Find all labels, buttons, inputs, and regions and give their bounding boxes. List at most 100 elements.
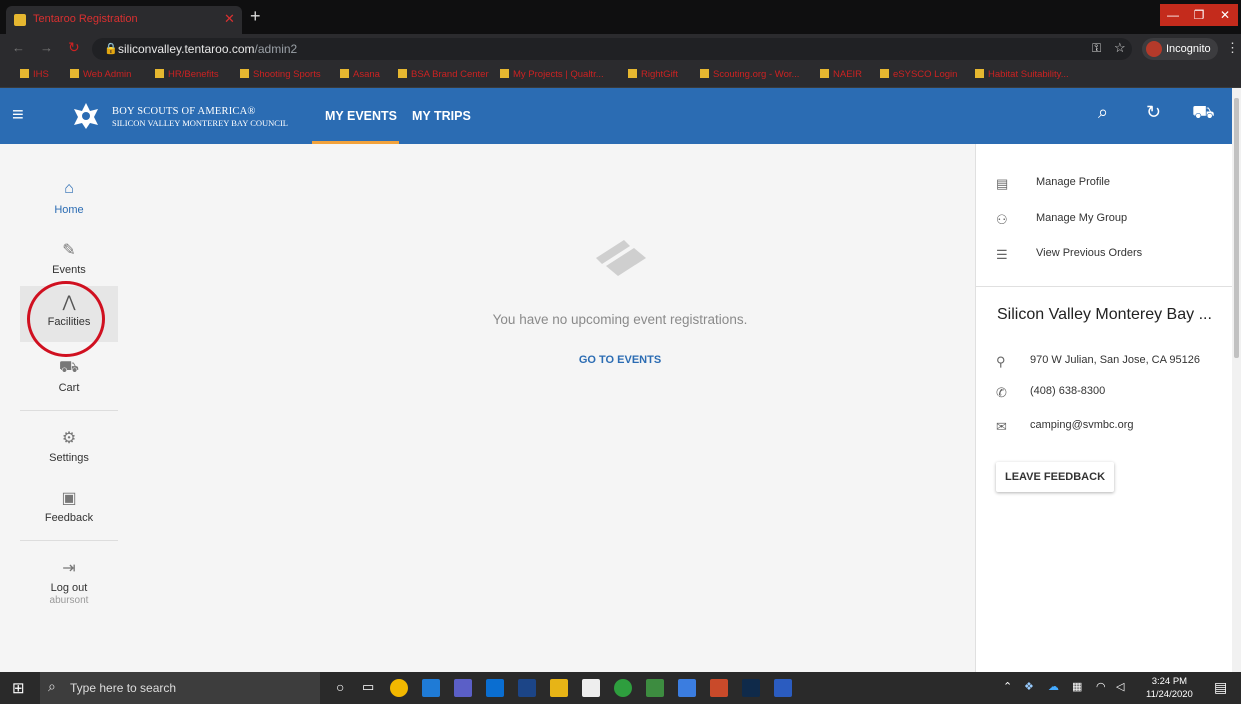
gear-icon: ⚙ bbox=[61, 430, 77, 447]
bookmark-item[interactable]: Web Admin bbox=[70, 69, 131, 80]
cart-icon[interactable]: ⛟ bbox=[1192, 102, 1215, 126]
sidebar-item-label: Log out bbox=[50, 582, 88, 594]
bookmark-item[interactable]: Shooting Sports bbox=[240, 69, 321, 80]
file-explorer-icon[interactable] bbox=[550, 679, 568, 697]
bookmark-item[interactable]: NAEIR bbox=[820, 69, 862, 80]
phone-text: (408) 638-8300 bbox=[1030, 385, 1106, 397]
search-placeholder: Type here to search bbox=[70, 681, 177, 695]
menu-dots-icon[interactable]: ⋮ bbox=[1226, 40, 1239, 56]
browser-tab[interactable]: Tentaroo Registration ✕ bbox=[6, 6, 242, 34]
key-icon[interactable]: ⚿ bbox=[1092, 41, 1101, 56]
task-view-icon[interactable]: ▭ bbox=[362, 679, 374, 695]
word-icon[interactable] bbox=[774, 679, 792, 697]
volume-icon[interactable]: ◁ bbox=[1116, 680, 1124, 693]
bookmark-item[interactable]: eSYSCO Login bbox=[880, 69, 957, 80]
teams-icon[interactable] bbox=[454, 679, 472, 697]
mail-icon: ✉ bbox=[996, 419, 1007, 434]
calculator-icon[interactable] bbox=[646, 679, 664, 697]
browser-tab-strip: Tentaroo Registration ✕ + — ❐ ✕ bbox=[0, 0, 1241, 34]
url-host: siliconvalley.tentaroo.com bbox=[118, 42, 255, 56]
bookmark-item[interactable]: HR/Benefits bbox=[155, 69, 219, 80]
cortana-icon[interactable]: ○ bbox=[336, 679, 344, 695]
list-icon: ☰ bbox=[996, 247, 1008, 262]
sidebar-item-feedback[interactable]: ▣ Feedback bbox=[20, 482, 118, 538]
new-tab-icon[interactable]: + bbox=[250, 6, 261, 27]
sidebar-item-logout[interactable]: ⇥ Log out abursont bbox=[20, 552, 118, 614]
sidebar-item-settings[interactable]: ⚙ Settings bbox=[20, 422, 118, 478]
incognito-label: Incognito bbox=[1166, 43, 1211, 55]
highlight-circle bbox=[27, 281, 105, 357]
bookmark-item[interactable]: Asana bbox=[340, 69, 380, 80]
edge-icon[interactable] bbox=[422, 679, 440, 697]
lock-icon: 🔒 bbox=[104, 43, 118, 55]
close-window-icon[interactable]: ✕ bbox=[1212, 4, 1238, 26]
sidebar-divider bbox=[20, 540, 118, 541]
bookmark-item[interactable]: IHS bbox=[20, 69, 49, 80]
document-icon[interactable] bbox=[582, 679, 600, 697]
incognito-badge[interactable]: Incognito bbox=[1142, 38, 1218, 60]
org-name: BOY SCOUTS OF AMERICA® bbox=[112, 106, 256, 117]
tab-title: Tentaroo Registration bbox=[33, 13, 138, 25]
sidebar-item-label: Events bbox=[52, 264, 86, 276]
bookmark-item[interactable]: Scouting.org - Wor... bbox=[700, 69, 799, 80]
leave-feedback-button[interactable]: LEAVE FEEDBACK bbox=[996, 462, 1114, 492]
nav-my-events[interactable]: MY EVENTS bbox=[325, 109, 397, 123]
lightroom-icon[interactable] bbox=[742, 679, 760, 697]
bookmark-item[interactable]: My Projects | Qualtr... bbox=[500, 69, 604, 80]
sidebar-item-home[interactable]: ⌂ Home bbox=[20, 174, 118, 230]
windows-start-icon[interactable]: ⊞ bbox=[12, 679, 25, 697]
sync-icon[interactable] bbox=[614, 679, 632, 697]
minimize-icon[interactable]: — bbox=[1160, 4, 1186, 26]
dropbox-icon[interactable]: ❖ bbox=[1024, 680, 1034, 693]
network-icon[interactable]: ▦ bbox=[1072, 680, 1082, 693]
search-icon[interactable]: ⌕ bbox=[1098, 102, 1108, 123]
url-bar[interactable]: 🔒 siliconvalley.tentaroo.com/admin2 ⚿ ☆ bbox=[92, 38, 1132, 60]
windows-taskbar: ⊞ ⌕ Type here to search ○ ▭ ⌃ ❖ ☁ ▦ ◠ ◁ … bbox=[0, 672, 1241, 704]
bookmark-item[interactable]: RightGift bbox=[628, 69, 678, 80]
phone-icon: ✆ bbox=[996, 385, 1007, 400]
sidebar-item-label: Feedback bbox=[44, 512, 94, 524]
taskbar-clock[interactable]: 3:24 PM 11/24/2020 bbox=[1146, 675, 1193, 701]
hamburger-menu-icon[interactable]: ≡ bbox=[12, 104, 24, 127]
tab-close-icon[interactable]: ✕ bbox=[224, 11, 235, 27]
clock-date: 11/24/2020 bbox=[1146, 689, 1193, 700]
onedrive-icon[interactable]: ☁ bbox=[1048, 680, 1059, 693]
group-icon: ⚇ bbox=[996, 212, 1008, 227]
empty-state-message: You have no upcoming event registrations… bbox=[492, 312, 748, 327]
tab-favicon-icon bbox=[14, 14, 26, 26]
profile-card-icon: ▤ bbox=[996, 176, 1009, 191]
mail-icon[interactable] bbox=[678, 679, 696, 697]
app-icon[interactable] bbox=[710, 679, 728, 697]
url-path: /admin2 bbox=[254, 42, 298, 56]
address-bar-row: ← → ↻ 🔒 siliconvalley.tentaroo.com/admin… bbox=[0, 34, 1241, 64]
panel-divider bbox=[976, 286, 1233, 287]
go-to-events-link[interactable]: GO TO EVENTS bbox=[540, 354, 700, 366]
sidebar-divider bbox=[20, 410, 118, 411]
notifications-icon[interactable]: ▤ bbox=[1214, 679, 1227, 696]
restore-icon[interactable]: ❐ bbox=[1186, 4, 1212, 26]
sidebar-item-label: Home bbox=[54, 204, 84, 216]
outlook-icon[interactable] bbox=[486, 679, 504, 697]
back-icon[interactable]: ← bbox=[12, 40, 25, 55]
forward-icon[interactable]: → bbox=[40, 40, 53, 55]
wifi-icon[interactable]: ◠ bbox=[1096, 680, 1106, 693]
bsa-logo-icon bbox=[74, 103, 98, 129]
scrollbar-thumb[interactable] bbox=[1234, 98, 1239, 358]
location-pin-icon: ⚲ bbox=[996, 354, 1006, 369]
cart-icon: ⛟ bbox=[58, 359, 80, 376]
sidebar-item-cart[interactable]: ⛟ Cart bbox=[20, 352, 118, 408]
nav-my-trips[interactable]: MY TRIPS bbox=[412, 109, 471, 123]
app-icon[interactable] bbox=[518, 679, 536, 697]
taskbar-search[interactable]: ⌕ Type here to search bbox=[40, 672, 320, 704]
chrome-icon[interactable] bbox=[390, 679, 408, 697]
bookmark-item[interactable]: BSA Brand Center bbox=[398, 69, 489, 80]
bookmark-item[interactable]: Habitat Suitability... bbox=[975, 69, 1069, 80]
incognito-icon bbox=[1146, 41, 1162, 57]
sidebar-item-label: Settings bbox=[49, 452, 89, 464]
home-icon: ⌂ bbox=[64, 180, 74, 197]
reload-icon[interactable]: ↻ bbox=[68, 39, 80, 56]
tray-chevron-icon[interactable]: ⌃ bbox=[1003, 680, 1012, 693]
refresh-icon[interactable]: ↻ bbox=[1146, 102, 1161, 123]
star-icon[interactable]: ☆ bbox=[1114, 40, 1126, 56]
email-text[interactable]: camping@svmbc.org bbox=[1030, 419, 1133, 431]
